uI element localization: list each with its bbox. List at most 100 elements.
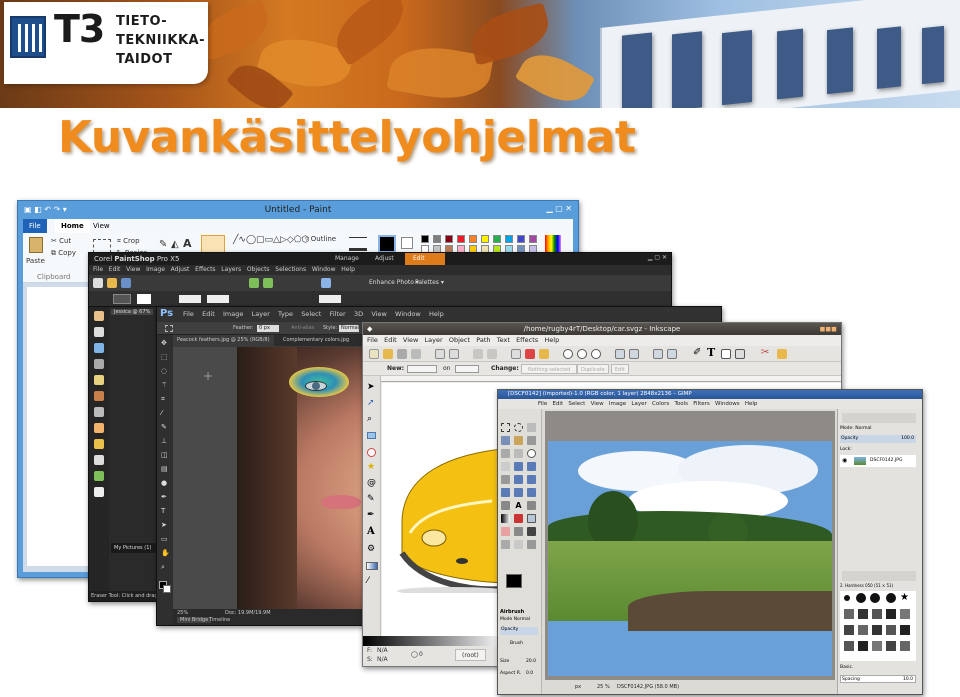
menu-window[interactable]: Window	[312, 266, 336, 273]
presets-swatch[interactable]	[113, 294, 131, 304]
save-icon[interactable]	[397, 349, 407, 359]
paintbrush-icon[interactable]	[527, 514, 536, 523]
menu-file[interactable]: File	[367, 336, 378, 344]
menu-file[interactable]: File	[538, 401, 547, 407]
path-tool-icon[interactable]: ➤	[161, 521, 167, 529]
brush-preset[interactable]	[886, 641, 896, 651]
menu-type[interactable]: Type	[278, 310, 293, 318]
eraser-icon[interactable]	[501, 527, 510, 536]
brushes-panel-tabs[interactable]	[842, 571, 916, 581]
tool-options-mode[interactable]: Mode Normal	[500, 617, 530, 622]
menu-file[interactable]: File	[93, 266, 103, 273]
brush-preset[interactable]	[844, 625, 854, 635]
brush-preset[interactable]	[872, 609, 882, 619]
color-swatch[interactable]	[445, 235, 453, 243]
dock-tab-icons[interactable]	[842, 413, 916, 423]
menu-filters[interactable]: Filters	[693, 401, 710, 407]
eraser-tool-icon[interactable]	[94, 423, 104, 433]
clone-icon[interactable]	[629, 349, 639, 359]
window-controls[interactable]: ◼◼◼	[820, 325, 837, 333]
shapes-gallery[interactable]: ╱∿◯▢▭△▷◇⬠⬡	[233, 235, 309, 245]
undo-icon[interactable]	[473, 349, 483, 359]
redo-icon[interactable]	[263, 278, 273, 288]
pick-tool-icon[interactable]	[94, 327, 104, 337]
align-icon[interactable]	[735, 349, 745, 359]
zoom-in-icon[interactable]	[563, 349, 573, 359]
ink-icon[interactable]	[527, 527, 536, 536]
menu-select[interactable]: Select	[301, 310, 321, 318]
color-swatch[interactable]	[505, 235, 513, 243]
shape-tool-icon[interactable]: ▭	[161, 535, 168, 543]
zoom-out-icon[interactable]	[577, 349, 587, 359]
zoom-icon[interactable]	[527, 449, 536, 458]
eraser-tool-icon[interactable]: ◫	[161, 451, 168, 459]
shape-tool-icon[interactable]	[94, 471, 104, 481]
menu-text[interactable]: Text	[497, 336, 510, 344]
spiral-tool-icon[interactable]: @	[367, 478, 376, 488]
bucket-fill-icon[interactable]	[527, 501, 536, 510]
layer-mode[interactable]: Mode: Normal	[840, 426, 872, 431]
rect-select-icon[interactable]	[501, 423, 510, 432]
menu-view[interactable]: View	[403, 336, 418, 344]
menu-edit[interactable]: Edit	[202, 310, 215, 318]
rect-tool-icon[interactable]	[367, 432, 376, 439]
color-swatch[interactable]	[493, 235, 501, 243]
color-swatch[interactable]	[433, 235, 441, 243]
menu-layers[interactable]: Layers	[221, 266, 241, 273]
selector-tool-icon[interactable]: ➤	[367, 382, 375, 392]
color-swatch[interactable]	[481, 235, 489, 243]
edit-button[interactable]: Edit	[611, 364, 629, 374]
measure-icon[interactable]	[501, 462, 510, 471]
enhance-photo-dropdown[interactable]: Enhance Photo ▾	[369, 279, 419, 286]
open-icon[interactable]	[383, 349, 393, 359]
shear-icon[interactable]	[501, 488, 510, 497]
export-icon[interactable]	[449, 349, 459, 359]
brush-preset[interactable]: ★	[900, 593, 910, 603]
size-field[interactable]	[179, 295, 201, 303]
fuzzy-select-icon[interactable]	[501, 436, 510, 445]
menu-path[interactable]: Path	[476, 336, 490, 344]
opacity-value[interactable]: 0	[419, 651, 423, 658]
selection-state-field[interactable]: Nothing selected	[521, 364, 578, 374]
duplicate-button[interactable]: Duplicate	[577, 364, 609, 374]
brush-preset[interactable]	[872, 625, 882, 635]
rotate-icon[interactable]	[514, 475, 523, 484]
doc-tab-complementary[interactable]: Complementary colors.jpg	[279, 335, 353, 346]
copy-button[interactable]: ⧉ Copy	[51, 249, 76, 258]
brush-preset[interactable]	[858, 609, 868, 619]
menu-selections[interactable]: Selections	[275, 266, 306, 273]
opacity-field[interactable]	[319, 295, 341, 303]
text-font-icon[interactable]: T	[707, 346, 715, 359]
zoom-fit-icon[interactable]	[591, 349, 601, 359]
pen-tool-icon[interactable]: ✒	[367, 510, 375, 520]
eyedropper-tool-icon[interactable]: ⁄	[161, 409, 162, 417]
window-controls[interactable]: ▁ ▢ ✕	[648, 254, 667, 261]
new-mode-buttons[interactable]	[407, 365, 437, 373]
fill-icon[interactable]: ◭	[171, 239, 179, 250]
menu-3d[interactable]: 3D	[354, 310, 363, 318]
fill-tool-icon[interactable]	[94, 439, 104, 449]
tab-home[interactable]: Home	[55, 219, 90, 233]
outline-dropdown[interactable]: ▿ Outline	[305, 235, 336, 243]
tab-view[interactable]: View	[87, 219, 116, 233]
menu-view[interactable]: View	[371, 310, 386, 318]
text-tool-icon[interactable]: A	[367, 526, 375, 537]
zoom-icon[interactable]	[321, 278, 331, 288]
menu-effects[interactable]: Effects	[195, 266, 215, 273]
spray-tool-icon[interactable]: ⚙	[367, 544, 375, 554]
group-icon[interactable]	[653, 349, 663, 359]
ellipse-tool-icon[interactable]	[367, 448, 376, 457]
menu-tools[interactable]: Tools	[674, 401, 688, 407]
menu-effects[interactable]: Effects	[516, 336, 538, 344]
cut-icon[interactable]	[525, 349, 535, 359]
brush-preset[interactable]	[844, 595, 850, 601]
crop-icon[interactable]	[501, 475, 510, 484]
smudge-icon[interactable]	[527, 540, 536, 549]
heal-icon[interactable]	[514, 540, 523, 549]
import-icon[interactable]	[435, 349, 445, 359]
print-icon[interactable]	[411, 349, 421, 359]
menu-windows[interactable]: Windows	[715, 401, 740, 407]
duplicate-icon[interactable]	[615, 349, 625, 359]
open-icon[interactable]	[107, 278, 117, 288]
crop-tool-icon[interactable]: ⌗	[161, 395, 165, 404]
